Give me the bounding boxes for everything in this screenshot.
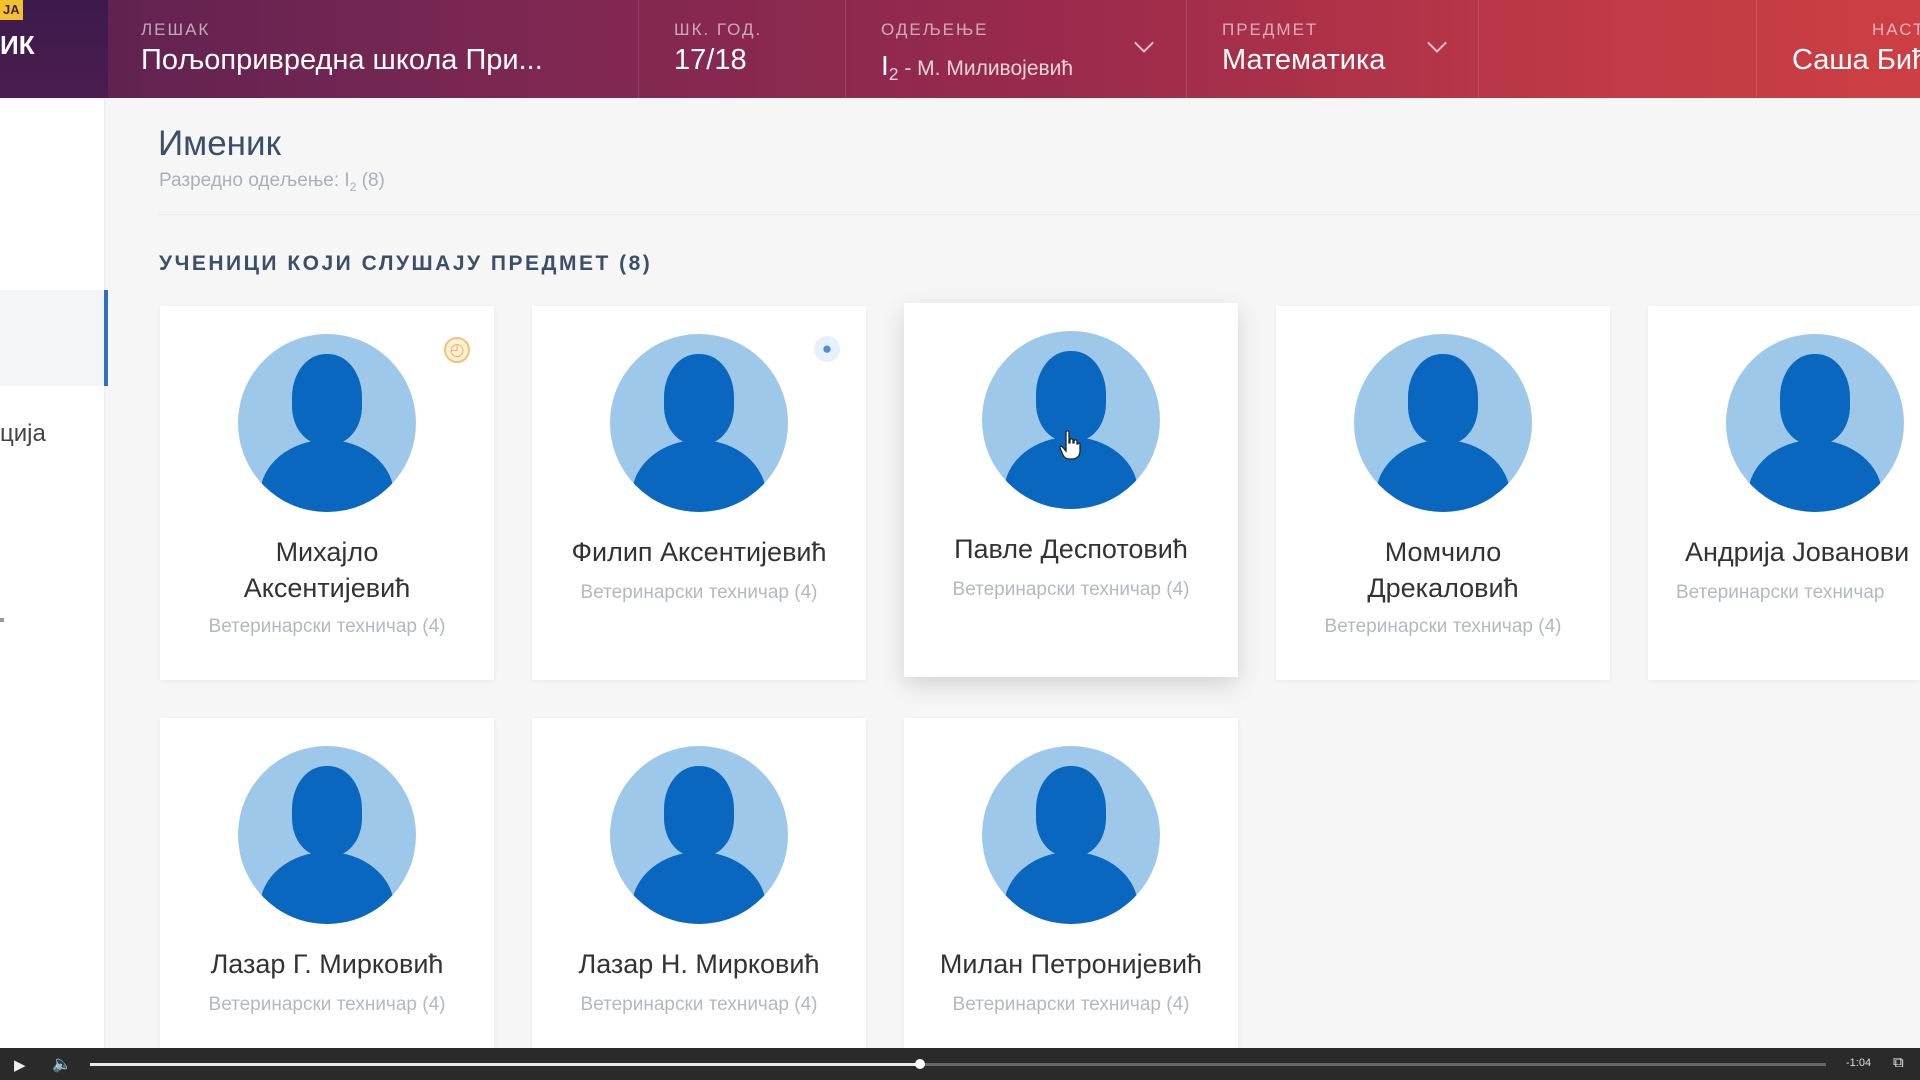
avatar-icon — [982, 746, 1160, 924]
school-selector[interactable]: ЛЕШАК Пољопривредна школа При... — [108, 0, 639, 98]
student-program: Ветеринарски техничар (4) — [580, 994, 818, 1015]
student-program: Ветеринарски техничар (4) — [952, 579, 1190, 600]
student-card[interactable]: ◴ Михајло Аксентијевић Ветеринарски техни… — [160, 306, 494, 680]
page-subtitle: Разредно одељење: I2 (8) — [159, 170, 385, 194]
student-card[interactable]: Милан Петронијевић Ветеринарски техничар… — [904, 718, 1238, 1058]
student-name: Лазар Г. Мирковић — [210, 949, 444, 979]
student-program: Ветеринарски техничар (4) — [952, 994, 1190, 1015]
subtitle-prefix: Разредно одељење: I — [159, 170, 350, 191]
chat-icon[interactable]: ● — [814, 336, 840, 362]
student-card[interactable]: Лазар Г. Мирковић Ветеринарски техничар … — [160, 718, 494, 1058]
class-value-main: I — [881, 50, 889, 81]
student-card[interactable]: ● Филип Аксентијевић Ветеринарски технич… — [532, 306, 866, 680]
volume-icon[interactable]: 🔈 — [52, 1054, 72, 1074]
student-program: Ветеринарски техничар (4) — [580, 582, 818, 603]
student-program: Ветеринарски техничар (4) — [208, 616, 446, 637]
school-value: Пољопривредна школа При... — [141, 44, 543, 76]
sidebar-item-label[interactable]: ција — [0, 420, 46, 448]
video-progress-bar[interactable] — [90, 1059, 1826, 1069]
chevron-down-icon[interactable] — [1134, 33, 1154, 53]
student-card[interactable]: Момчило Дрекаловић Ветеринарски техничар … — [1276, 306, 1610, 680]
school-year-selector[interactable]: ШК. ГОД. 17/18 — [638, 0, 846, 98]
class-label: ОДЕЉЕЊЕ — [881, 20, 989, 39]
divider — [158, 214, 1920, 215]
avatar-icon — [1726, 334, 1904, 512]
exit-fullscreen-icon[interactable]: ⧉ — [1893, 1054, 1904, 1071]
video-time-remaining: -1:04 — [1846, 1057, 1872, 1069]
avatar-icon — [238, 746, 416, 924]
class-selector[interactable]: ОДЕЉЕЊЕ I2 - М. Миливојевић — [845, 0, 1187, 98]
student-card[interactable]: Лазар Н. Мирковић Ветеринарски техничар … — [532, 718, 866, 1058]
student-name: Павле Деспотовић — [954, 534, 1188, 564]
school-year-label: ШК. ГОД. — [674, 20, 763, 39]
header-spacer — [1478, 0, 1757, 98]
student-card[interactable]: Андрија Јованови Ветеринарски техничар — [1648, 306, 1920, 680]
subtitle-suffix: (8) — [356, 170, 385, 191]
teacher-selector[interactable]: НАСТ Саша Бић — [1756, 0, 1920, 98]
sidebar-item-active[interactable] — [0, 290, 108, 386]
student-program: Ветеринарски техничар (4) — [1324, 616, 1562, 637]
school-label: ЛЕШАК — [141, 20, 211, 39]
teacher-label: НАСТ — [1872, 20, 1920, 39]
student-name: Филип Аксентијевић — [571, 537, 827, 567]
top-header-bar: ЈА ИК ЛЕШАК Пољопривредна школа При... Ш… — [0, 0, 1920, 98]
teacher-value: Саша Бић — [1792, 44, 1920, 76]
play-icon[interactable]: ▶ — [14, 1056, 26, 1074]
school-year-value: 17/18 — [674, 44, 747, 76]
section-heading: УЧЕНИЦИ КОЈИ СЛУШАЈУ ПРЕДМЕТ (8) — [159, 252, 653, 275]
brand-badge: ЈА — [0, 0, 23, 20]
brand-label: ИК — [0, 30, 35, 60]
student-name: Милан Петронијевић — [939, 949, 1203, 979]
video-progress-handle[interactable] — [914, 1059, 925, 1069]
student-name: Андрија Јованови — [1685, 537, 1910, 567]
video-progress-fill — [90, 1063, 920, 1066]
student-card[interactable]: Павле Деспотовић Ветеринарски техничар (… — [904, 303, 1238, 677]
student-name: Момчило Дрекаловић — [1367, 537, 1519, 603]
avatar-icon — [610, 746, 788, 924]
class-value-sub: 2 — [888, 64, 899, 85]
hand-cursor-icon — [1059, 430, 1081, 460]
avatar-icon — [982, 331, 1160, 509]
student-program: Ветеринарски техничар (4) — [208, 994, 446, 1015]
subject-label: ПРЕДМЕТ — [1222, 20, 1319, 39]
sidebar-marker — [0, 618, 4, 622]
avatar-icon — [238, 334, 416, 512]
class-value: I2 - М. Миливојевић — [881, 50, 1073, 85]
class-value-teacher: - М. Миливојевић — [898, 57, 1074, 80]
student-name: Михајло Аксентијевић — [243, 537, 411, 603]
avatar-icon — [610, 334, 788, 512]
brand-logo[interactable]: ЈА ИК — [0, 0, 108, 98]
video-controls: ▶ 🔈 -1:04 ⧉ — [0, 1048, 1920, 1080]
sidebar: ција — [0, 98, 108, 1048]
clock-icon[interactable]: ◴ — [444, 337, 470, 363]
student-program: Ветеринарски техничар — [1676, 582, 1885, 603]
chevron-down-icon[interactable] — [1427, 33, 1447, 53]
avatar-icon — [1354, 334, 1532, 512]
subject-selector[interactable]: ПРЕДМЕТ Математика — [1186, 0, 1479, 98]
page-title: Именик — [158, 124, 281, 163]
student-name: Лазар Н. Мирковић — [578, 949, 820, 979]
subject-value: Математика — [1222, 44, 1386, 76]
